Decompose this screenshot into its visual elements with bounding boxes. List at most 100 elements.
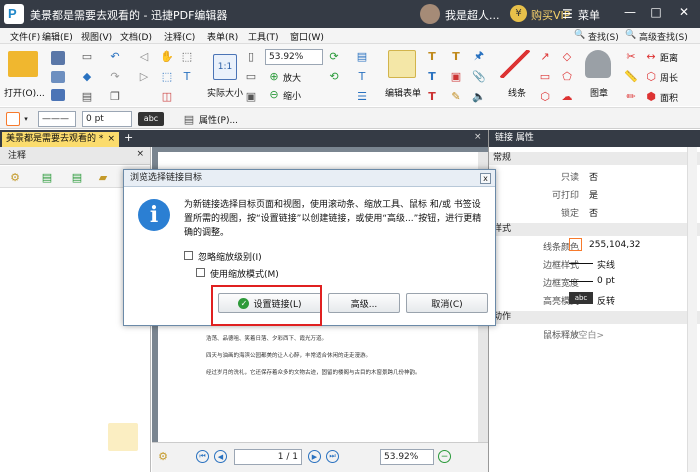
import-comments-icon[interactable]: ▤ (40, 170, 54, 184)
zoom-in-button[interactable]: 放大 (283, 71, 301, 84)
polygon-icon[interactable]: ⬡ (538, 89, 552, 103)
print-icon[interactable] (51, 71, 65, 83)
ignore-zoom-checkbox[interactable] (184, 251, 193, 260)
camera-icon[interactable]: ⬚ (180, 49, 194, 63)
text-box-icon[interactable]: ▤ (355, 49, 369, 63)
perimeter-button[interactable]: 周长 (660, 71, 678, 84)
redo-icon[interactable]: ↷ (108, 69, 122, 83)
menu-edit[interactable]: 编辑(E) (42, 30, 73, 43)
hamburger-icon[interactable]: ☰ (562, 7, 573, 21)
menu-view[interactable]: 视图(V) (81, 30, 112, 43)
menu-file[interactable]: 文件(F) (10, 30, 40, 43)
avatar[interactable] (420, 4, 440, 24)
fit-width-icon[interactable]: ▭ (244, 69, 258, 83)
fit-page-icon[interactable]: ▯ (244, 49, 258, 63)
pin-icon[interactable]: 🖈 (472, 49, 486, 63)
prop-readonly-value[interactable]: 否 (589, 170, 598, 183)
insert-text-icon[interactable]: T (355, 69, 369, 83)
properties-button[interactable]: 属性(P)... (199, 113, 238, 126)
strikeout-text-icon[interactable]: T (425, 89, 439, 103)
edit-form-icon[interactable] (388, 50, 416, 78)
area-icon[interactable]: ⬢ (645, 89, 657, 103)
sound-icon[interactable]: 🔈 (472, 89, 486, 103)
back-icon[interactable]: ◁ (137, 49, 151, 63)
stamp-icon[interactable] (585, 50, 611, 78)
find-button[interactable]: 查找(S) (588, 30, 619, 43)
use-zoom-mode-checkbox[interactable] (196, 268, 205, 277)
distance-button[interactable]: 距离 (660, 51, 678, 64)
advanced-find-icon[interactable]: 🔍 (625, 30, 636, 40)
find-icon[interactable]: 🔍 (574, 30, 585, 40)
section-style[interactable]: 样式 (489, 223, 700, 236)
tab-document[interactable]: 美景都是需要去观看的 * × (2, 132, 119, 147)
minimize-button[interactable]: — (622, 5, 638, 19)
underline-text-icon[interactable]: T (425, 69, 439, 83)
tab-close-icon[interactable]: × (107, 132, 115, 147)
prop-border-style-value[interactable]: 实线 (597, 258, 615, 271)
ellipse-icon[interactable]: ◇ (560, 49, 574, 63)
add-tab-icon[interactable]: + (124, 131, 133, 144)
ignore-zoom-label[interactable]: 忽略缩放级别(I) (198, 250, 262, 263)
undo-icon[interactable]: ↶ (108, 49, 122, 63)
shape-icon[interactable]: ◆ (80, 69, 94, 83)
actual-size-icon[interactable]: 1:1 (213, 54, 237, 80)
sticky-note-icon[interactable]: ▣ (449, 69, 463, 83)
prop-border-width-value[interactable]: 0 pt (597, 276, 615, 286)
menu-document[interactable]: 文档(D) (120, 30, 152, 43)
chevron-down-icon[interactable]: ▾ (22, 112, 30, 126)
advanced-button[interactable]: 高级... (328, 293, 400, 313)
hand-icon[interactable]: ✋ (160, 49, 174, 63)
menu-comment[interactable]: 注释(C) (164, 30, 195, 43)
zoom-in-icon[interactable]: ⊕ (268, 70, 280, 83)
area-button[interactable]: 面积 (660, 91, 678, 104)
use-zoom-mode-label[interactable]: 使用缩放模式(M) (210, 267, 279, 280)
highlight-text-icon[interactable]: T (425, 49, 439, 63)
properties-icon[interactable]: ▤ (182, 112, 196, 126)
zoom-out-button[interactable]: 缩小 (283, 89, 301, 102)
prev-page-icon[interactable]: ◀ (214, 450, 227, 463)
callout-icon[interactable]: T (449, 49, 463, 63)
advanced-find-button[interactable]: 高级查找(S) (639, 30, 688, 43)
menu-form[interactable]: 表单(R) (207, 30, 238, 43)
cancel-button[interactable]: 取消(C) (406, 293, 488, 313)
email-icon[interactable] (51, 89, 65, 101)
fill-color-swatch[interactable] (6, 112, 20, 126)
save-icon[interactable] (51, 51, 65, 65)
edit-form-button[interactable]: 编辑表单 (385, 86, 421, 99)
list-icon[interactable]: ☰ (355, 89, 369, 103)
ruler-icon[interactable]: 📏 (624, 69, 638, 83)
next-page-icon[interactable]: ▶ (308, 450, 321, 463)
open-folder-icon[interactable] (8, 51, 38, 77)
snapshot-icon[interactable]: ◫ (160, 89, 174, 103)
rotate-icon[interactable]: ⟳ (327, 49, 341, 63)
maximize-button[interactable]: □ (648, 5, 664, 19)
doc-close-icon[interactable]: × (474, 132, 482, 142)
rotate-ccw-icon[interactable]: ⟲ (327, 69, 341, 83)
new-doc-icon[interactable]: ▭ (80, 49, 94, 63)
zoom-out-icon[interactable]: ⊖ (268, 88, 280, 101)
lines-button[interactable]: 线条 (508, 86, 526, 99)
cloud-icon[interactable]: ☁ (560, 89, 574, 103)
rectangle-icon[interactable]: ▭ (538, 69, 552, 83)
menu-window[interactable]: 窗口(W) (290, 30, 324, 43)
page-number-field[interactable]: 1 / 1 (234, 449, 302, 465)
eraser-icon[interactable]: ✂ (624, 49, 638, 63)
prop-line-color-value[interactable]: 255,104,32 (589, 240, 641, 250)
zoom-status-combo[interactable]: 53.92% (380, 449, 434, 465)
dialog-close-button[interactable]: x (480, 173, 491, 184)
perimeter-icon[interactable]: ⬡ (645, 69, 657, 83)
yen-icon[interactable]: ¥ (510, 5, 527, 22)
menu-tools[interactable]: 工具(T) (248, 30, 279, 43)
copy-icon[interactable]: ❐ (108, 89, 122, 103)
highlight-mode-button[interactable]: abc (138, 112, 164, 126)
prop-locked-value[interactable]: 否 (589, 206, 598, 219)
text-select-icon[interactable]: T (180, 69, 194, 83)
user-name[interactable]: 我是超人... (445, 7, 500, 23)
line-style-combo[interactable]: ——— (38, 111, 76, 127)
section-action[interactable]: 动作 (489, 311, 700, 324)
prop-mouse-up-value[interactable]: <空白> (571, 328, 604, 341)
properties-scrollbar[interactable] (687, 147, 697, 472)
folder-icon[interactable]: ▰ (96, 170, 110, 184)
paperclip-icon[interactable]: 📎 (472, 69, 486, 83)
line-color-swatch[interactable] (569, 238, 582, 251)
